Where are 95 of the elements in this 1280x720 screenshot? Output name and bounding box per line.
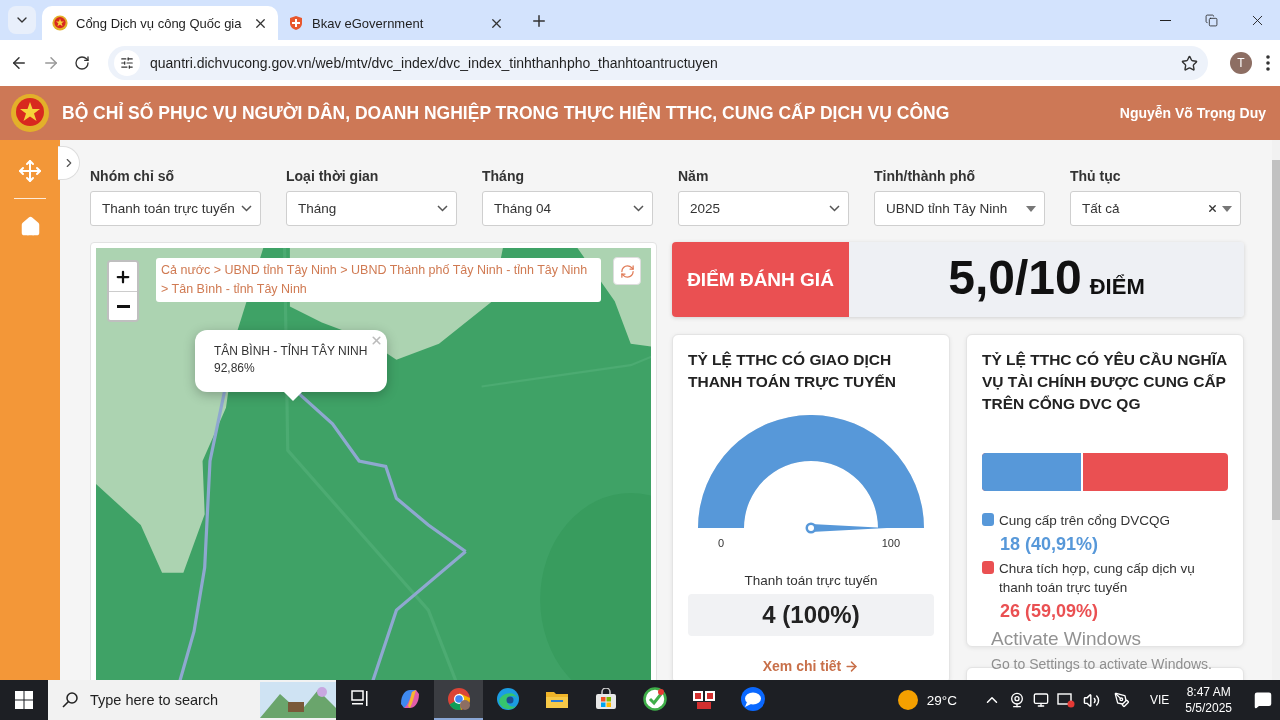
filter-label: Loại thời gian: [286, 168, 380, 184]
filter-select[interactable]: Thanh toán trực tuyến: [90, 191, 261, 226]
speaker-icon[interactable]: [1082, 691, 1100, 709]
minimize-icon: [1159, 19, 1171, 21]
legend-label: Cung cấp trên cổng DVCQG: [999, 512, 1171, 530]
shopping-bag-icon: [594, 688, 617, 710]
filter-select[interactable]: Tháng 04: [482, 191, 653, 226]
caret-icon: [1026, 205, 1036, 212]
popup-value: 92,86%: [214, 361, 256, 375]
zoom-out-button[interactable]: [109, 291, 137, 320]
tab-title: Bkav eGovernment: [312, 15, 425, 31]
emblem-logo: [10, 93, 50, 133]
monitor-icon[interactable]: [1032, 692, 1049, 708]
taskbar-button[interactable]: [434, 680, 483, 720]
taskbar-search-field[interactable]: Type here to search: [48, 680, 336, 720]
forward-arrow-icon: [42, 54, 60, 72]
notifications-icon[interactable]: [1254, 691, 1272, 709]
browser-tab[interactable]: Cổng Dịch vụ công Quốc gia: [42, 6, 278, 40]
language-indicator[interactable]: VIE: [1149, 693, 1170, 707]
restore-icon: [1204, 13, 1218, 27]
url-text: quantri.dichvucong.gov.vn/web/mtv/dvc_index/dvc_index_tinhthanhpho_thanhtoantructuyen: [150, 55, 719, 71]
four-arrows-icon: [18, 159, 42, 183]
network-warning-icon[interactable]: [1056, 692, 1075, 708]
chevron-down-icon: [437, 205, 448, 212]
temperature: 29°C: [926, 692, 957, 708]
filter-select[interactable]: 2025: [678, 191, 849, 226]
shield-icon: [288, 15, 304, 31]
sliders-icon: [120, 56, 134, 70]
popup-title: TÂN BÌNH - TỈNH TÂY NINH: [214, 344, 369, 358]
filter-label: Thủ tục: [1070, 168, 1122, 184]
gauge-max-label: 100: [881, 537, 900, 549]
close-icon: [370, 334, 383, 347]
search-icon: [62, 692, 78, 708]
menu-icon: [1266, 55, 1270, 71]
forward-button[interactable]: [42, 54, 60, 72]
browser-icon: [446, 687, 471, 711]
address-field[interactable]: quantri.dichvucong.gov.vn/web/mtv/dvc_index/dvc_index_tinhthanhpho_thanhtoantructuyen: [108, 46, 1208, 80]
folder-icon: [544, 689, 569, 709]
chevron-down-icon: [829, 205, 840, 212]
legend-value: 18 (40,91%): [1000, 534, 1100, 555]
wave-browser-icon: [495, 687, 520, 711]
caret-icon: [1222, 205, 1232, 212]
filter-label: Năm: [678, 168, 710, 184]
plus-icon: [530, 12, 548, 30]
filter-label: Tỉnh/thành phố: [874, 168, 977, 184]
reload-button[interactable]: [74, 55, 90, 71]
filter-label: Nhóm chỉ số: [90, 168, 175, 184]
gauge-caption: Thanh toán trực tuyến: [744, 573, 878, 588]
back-button[interactable]: [10, 54, 28, 72]
task-view-icon: [350, 690, 371, 708]
chevron-down-icon: [241, 205, 252, 212]
card-title: TỶ LỆ TTHC CÓ YÊU CẦU NGHĨA VỤ TÀI CHÍNH ĐƯỢC CUNG CẤP TRÊN CỔNG DVC QG: [982, 350, 1228, 414]
clock[interactable]: 8:47 AM 5/5/2025: [1185, 684, 1232, 716]
home-icon: [19, 215, 41, 237]
score-value: 5,0/10: [948, 250, 1082, 305]
chevron-down-icon: [633, 205, 644, 212]
profile-avatar[interactable]: T: [1230, 52, 1252, 74]
filter-select[interactable]: Tất cả: [1070, 191, 1241, 226]
chat-app-icon: [739, 686, 766, 712]
sun-icon: [896, 689, 919, 711]
webcam-icon[interactable]: [1008, 692, 1025, 708]
refresh-icon: [619, 263, 635, 279]
bookmark-star-button[interactable]: [1181, 54, 1198, 72]
reload-icon: [74, 55, 90, 71]
filter-select[interactable]: UBND tỉnh Tây Ninh: [874, 191, 1045, 226]
card-title: TỶ LỆ TTHC CÓ GIAO DỊCH THANH TOÁN TRỰC TUYẾN: [688, 350, 898, 392]
legend-label: Chưa tích hợp, cung cấp dịch vụ thanh toán trực tuyến: [999, 560, 1196, 597]
pen-icon[interactable]: [1113, 692, 1130, 708]
filter-select[interactable]: Tháng: [286, 191, 457, 226]
site-title: BỘ CHỈ SỐ PHỤC VỤ NGƯỜI DÂN, DOANH NGHIỆP TRONG THỰC HIỆN TTHC, CUNG CẤP DỊCH VỤ CÔNG: [62, 102, 950, 124]
scrollbar-thumb[interactable]: [1272, 160, 1280, 520]
check-circle-icon: [642, 687, 667, 711]
squares-app-icon: [691, 688, 716, 710]
refresh-button[interactable]: [613, 257, 641, 285]
gauge-value: 4 (100%): [688, 594, 934, 636]
activation-title: Activate Windows: [991, 628, 1142, 650]
site-info-button[interactable]: [114, 50, 140, 76]
legend-value: 26 (59,09%): [1000, 601, 1100, 622]
gauge-min-label: 0: [718, 537, 725, 549]
clear-icon[interactable]: [1207, 203, 1218, 214]
minus-icon: [116, 304, 130, 308]
landscape-icon: [260, 682, 336, 718]
tab-title: Cổng Dịch vụ công Quốc gia: [76, 15, 243, 31]
tab-list-button[interactable]: [8, 6, 36, 34]
arrow-right-icon: [844, 658, 860, 674]
menu-button[interactable]: [1266, 55, 1270, 71]
activation-hint: Go to Settings to activate Windows.: [991, 656, 1212, 672]
browser-tab[interactable]: Bkav eGovernment: [278, 6, 514, 40]
score-label: ĐIỂM ĐÁNH GIÁ: [672, 242, 849, 317]
windows-logo-icon: [15, 691, 33, 709]
filter-label: Tháng: [482, 168, 525, 184]
score-unit: ĐIỂM: [1089, 274, 1145, 300]
detail-link[interactable]: Xem chi tiết: [762, 658, 860, 674]
emblem-icon: [52, 15, 68, 31]
star-icon: [1181, 54, 1198, 72]
